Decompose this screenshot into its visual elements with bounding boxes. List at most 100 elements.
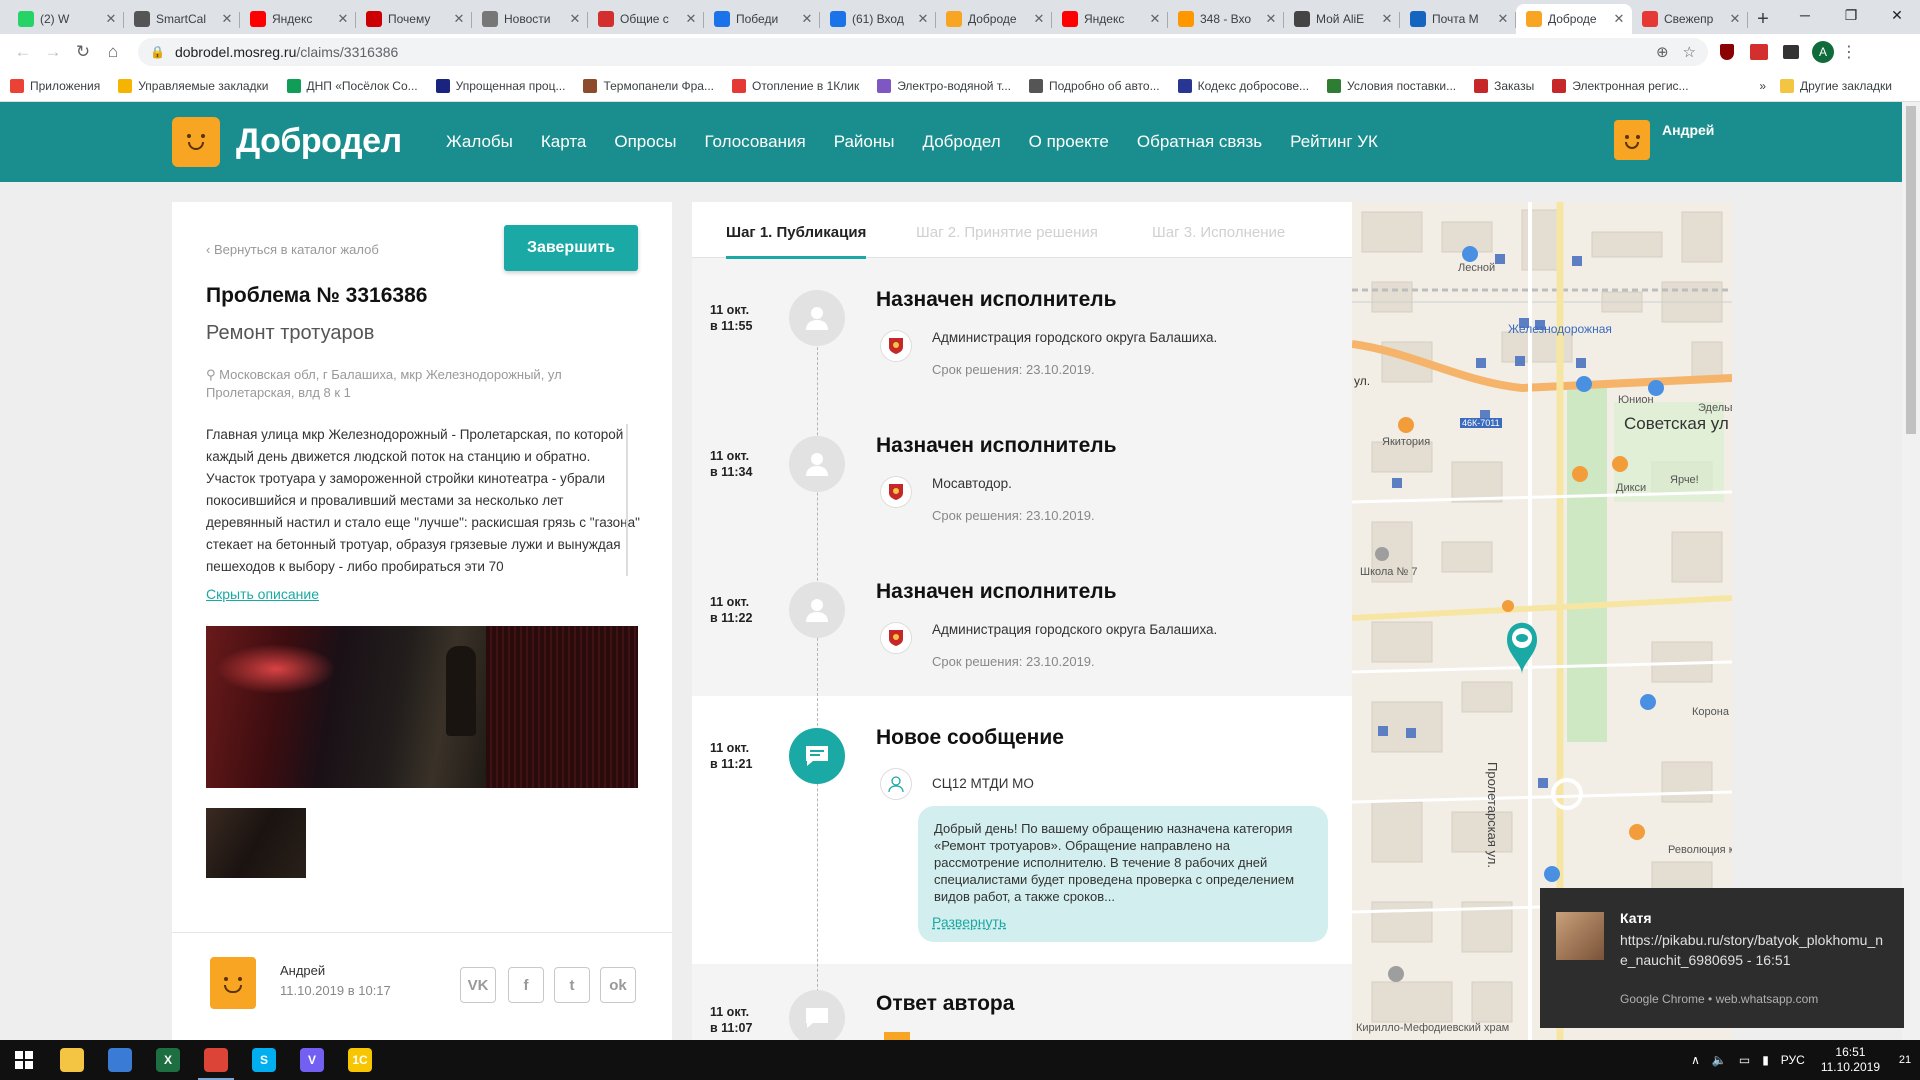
action-center-icon[interactable]: 21 [1890, 1045, 1920, 1075]
problem-photo-thumbnail[interactable] [206, 808, 306, 878]
taskbar-app-viber[interactable]: V [288, 1040, 336, 1080]
close-tab-icon[interactable]: ✕ [1264, 11, 1278, 27]
twitter-share-icon[interactable]: t [554, 967, 590, 1003]
extension-shield-icon[interactable] [1714, 39, 1740, 65]
bookmark-item[interactable]: Электронная регис... [1552, 78, 1689, 93]
close-tab-icon[interactable]: ✕ [1032, 11, 1046, 27]
close-tab-icon[interactable]: ✕ [800, 11, 814, 27]
close-tab-icon[interactable]: ✕ [220, 11, 234, 27]
close-tab-icon[interactable]: ✕ [1148, 11, 1162, 27]
dobrodel-logo-icon[interactable] [172, 117, 220, 167]
browser-tab[interactable]: Яндекс ✕ [1052, 4, 1168, 34]
tab-step-decision[interactable]: Шаг 2. Принятие решения [916, 224, 1098, 241]
expand-message-link[interactable]: Развернуть [932, 914, 1006, 930]
browser-tab[interactable]: Мой AliE ✕ [1284, 4, 1400, 34]
close-tab-icon[interactable]: ✕ [1728, 11, 1742, 27]
browser-tab[interactable]: Почему ✕ [356, 4, 472, 34]
browser-tab[interactable]: Победи ✕ [704, 4, 820, 34]
vk-share-icon[interactable]: VK [460, 967, 496, 1003]
back-to-catalog-link[interactable]: ‹ Вернуться в каталог жалоб [206, 242, 379, 257]
back-arrow-icon[interactable]: ← [8, 37, 38, 67]
nav-item[interactable]: Карта [541, 132, 587, 152]
tray-expand-icon[interactable]: ∧ [1691, 1053, 1700, 1067]
volume-icon[interactable]: 🔈 [1712, 1053, 1727, 1067]
network-icon[interactable]: ▭ [1739, 1053, 1750, 1067]
tab-step-execution[interactable]: Шаг 3. Исполнение [1152, 224, 1285, 241]
nav-item[interactable]: О проекте [1029, 132, 1109, 152]
address-bar[interactable]: 🔒 dobrodel.mosreg.ru/claims/3316386 ⊕ ☆ [138, 38, 1708, 66]
browser-tab[interactable]: Общие с ✕ [588, 4, 704, 34]
taskbar-app-skype[interactable]: S [240, 1040, 288, 1080]
close-tab-icon[interactable]: ✕ [1612, 11, 1626, 27]
clock[interactable]: 16:51 11.10.2019 [1821, 1045, 1880, 1075]
bookmark-item[interactable]: Управляемые закладки [118, 78, 269, 93]
browser-tab[interactable]: 348 - Вхо ✕ [1168, 4, 1284, 34]
maximize-icon[interactable]: ❐ [1828, 0, 1874, 30]
page-scrollbar[interactable] [1902, 102, 1920, 1040]
bookmark-item[interactable]: Упрощенная проц... [435, 78, 565, 93]
input-language[interactable]: РУС [1781, 1053, 1805, 1067]
browser-tab[interactable]: Доброде ✕ [1516, 4, 1632, 34]
close-tab-icon[interactable]: ✕ [452, 11, 466, 27]
user-name[interactable]: Андрей [1662, 122, 1714, 138]
close-tab-icon[interactable]: ✕ [916, 11, 930, 27]
nav-item[interactable]: Рейтинг УК [1290, 132, 1378, 152]
home-icon[interactable]: ⌂ [98, 37, 128, 67]
close-tab-icon[interactable]: ✕ [336, 11, 350, 27]
new-tab-button[interactable]: + [1748, 4, 1778, 34]
finish-button[interactable]: Завершить [504, 225, 638, 271]
battery-icon[interactable]: ▮ [1762, 1053, 1769, 1067]
browser-tab[interactable]: Почта М ✕ [1400, 4, 1516, 34]
browser-tab[interactable]: (2) W ✕ [8, 4, 124, 34]
browser-tab[interactable]: (61) Вход ✕ [820, 4, 936, 34]
taskbar-app-chrome[interactable] [192, 1040, 240, 1080]
bookmark-item[interactable]: Приложения [10, 78, 100, 93]
taskbar-app-excel[interactable]: X [144, 1040, 192, 1080]
close-tab-icon[interactable]: ✕ [104, 11, 118, 27]
browser-tab[interactable]: Новости ✕ [472, 4, 588, 34]
browser-menu-icon[interactable]: ⋮ [1834, 37, 1864, 67]
bookmark-star-icon[interactable]: ☆ [1683, 43, 1696, 61]
whatsapp-notification[interactable]: Катя https://pikabu.ru/story/batyok_plok… [1540, 888, 1904, 1028]
browser-tab[interactable]: Свежепр ✕ [1632, 4, 1748, 34]
reload-icon[interactable]: ↻ [68, 37, 98, 67]
nav-item[interactable]: Опросы [614, 132, 676, 152]
bookmark-item[interactable]: Кодекс добросове... [1177, 78, 1309, 93]
bookmark-item[interactable]: Заказы [1474, 78, 1534, 93]
description-scrollbar[interactable] [626, 424, 628, 576]
close-tab-icon[interactable]: ✕ [684, 11, 698, 27]
bookmark-item[interactable]: Условия поставки... [1327, 78, 1456, 93]
extension-box-icon[interactable] [1778, 39, 1804, 65]
taskbar-app-box[interactable] [96, 1040, 144, 1080]
forward-arrow-icon[interactable]: → [38, 37, 68, 67]
profile-avatar[interactable]: A [1812, 41, 1834, 63]
close-tab-icon[interactable]: ✕ [1496, 11, 1510, 27]
nav-item[interactable]: Добродел [922, 132, 1000, 152]
hide-description-link[interactable]: Скрыть описание [206, 586, 319, 602]
taskbar-app-explorer[interactable] [48, 1040, 96, 1080]
bookmarks-overflow-button[interactable]: » [1759, 79, 1766, 93]
bookmark-item[interactable]: Отопление в 1Клик [731, 78, 859, 93]
user-avatar[interactable] [1614, 120, 1650, 160]
browser-tab[interactable]: Яндекс ✕ [240, 4, 356, 34]
close-tab-icon[interactable]: ✕ [568, 11, 582, 27]
tab-step-publication[interactable]: Шаг 1. Публикация [726, 224, 867, 259]
nav-item[interactable]: Голосования [704, 132, 805, 152]
bookmark-item[interactable]: ДНП «Посёлок Со... [286, 78, 418, 93]
close-tab-icon[interactable]: ✕ [1380, 11, 1394, 27]
bookmark-item[interactable]: Подробно об авто... [1029, 78, 1160, 93]
browser-tab[interactable]: Доброде ✕ [936, 4, 1052, 34]
bookmark-item[interactable]: Термопанели Фра... [583, 78, 714, 93]
location-target-icon[interactable]: ⊕ [1656, 43, 1669, 61]
close-window-icon[interactable]: ✕ [1874, 0, 1920, 30]
page-scrollbar-thumb[interactable] [1906, 106, 1916, 434]
start-button[interactable] [0, 1040, 48, 1080]
browser-tab[interactable]: SmartCal ✕ [124, 4, 240, 34]
site-logo-text[interactable]: Добродел [236, 122, 402, 161]
nav-item[interactable]: Жалобы [446, 132, 513, 152]
bookmark-item[interactable]: Электро-водяной т... [877, 78, 1011, 93]
nav-item[interactable]: Обратная связь [1137, 132, 1262, 152]
extension-mail-icon[interactable] [1746, 39, 1772, 65]
odnoklassniki-share-icon[interactable]: ok [600, 967, 636, 1003]
facebook-share-icon[interactable]: f [508, 967, 544, 1003]
